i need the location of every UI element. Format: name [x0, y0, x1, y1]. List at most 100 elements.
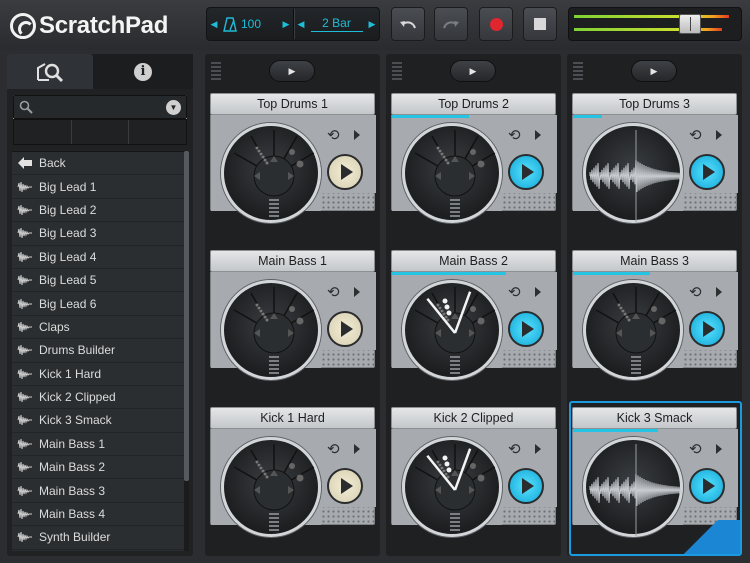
pad-dial[interactable]: [402, 123, 502, 223]
list-item[interactable]: Synth Builder: [12, 526, 184, 550]
back-button[interactable]: Back: [12, 152, 184, 176]
pad-dial[interactable]: [583, 280, 683, 380]
clip-pad[interactable]: Top Drums 2 ⟲: [391, 93, 557, 238]
list-item[interactable]: Big Lead 1: [12, 175, 184, 199]
pad-dial[interactable]: [402, 280, 502, 380]
clip-pad[interactable]: Main Bass 2 ⟲: [391, 250, 557, 395]
column-level-meter: [211, 62, 221, 82]
filter-column-1[interactable]: [14, 120, 72, 144]
loop-icon[interactable]: ⟲: [508, 285, 528, 300]
loop-menu-arrow-icon[interactable]: [535, 287, 541, 297]
list-item[interactable]: Claps: [12, 316, 184, 340]
clip-pad[interactable]: Kick 2 Clipped ⟲: [391, 407, 557, 552]
list-item-label: Main Bass 3: [39, 483, 106, 498]
tempo-decrease-icon[interactable]: ◀: [207, 19, 221, 30]
pad-dial[interactable]: [221, 437, 321, 537]
list-item[interactable]: Big Lead 4: [12, 246, 184, 269]
list-item[interactable]: Drums Builder: [12, 339, 184, 363]
pad-play-button[interactable]: [689, 311, 725, 347]
waveform-icon: [17, 415, 32, 426]
loop-icon[interactable]: ⟲: [327, 285, 347, 300]
bars-decrease-icon[interactable]: ◀: [294, 19, 308, 30]
loop-menu-arrow-icon[interactable]: [535, 444, 541, 454]
list-item[interactable]: Big Lead 6: [12, 292, 184, 316]
dropdown-icon[interactable]: ▼: [166, 100, 181, 115]
step-sequencer-dial: [414, 130, 496, 217]
master-volume[interactable]: [568, 7, 742, 41]
loop-menu-arrow-icon[interactable]: [716, 130, 722, 140]
column-play-button[interactable]: ▶: [269, 60, 315, 82]
column-play-button[interactable]: ▶: [450, 60, 496, 82]
waveform-icon: [17, 532, 32, 543]
pad-title: Kick 2 Clipped: [391, 407, 556, 429]
loop-menu-arrow-icon[interactable]: [716, 287, 722, 297]
pad-dial[interactable]: [221, 280, 321, 380]
pad-play-button[interactable]: [508, 154, 544, 190]
loop-menu-arrow-icon[interactable]: [354, 287, 360, 297]
filter-column-2[interactable]: [72, 120, 130, 144]
list-item[interactable]: Main Bass 1: [12, 433, 184, 457]
undo-icon: [400, 21, 416, 29]
browser-scrollbar[interactable]: [184, 151, 189, 551]
pad-play-button[interactable]: [508, 468, 544, 504]
search-icon: [19, 100, 33, 114]
loop-icon[interactable]: ⟲: [327, 128, 347, 143]
loop-menu-arrow-icon[interactable]: [354, 130, 360, 140]
list-item[interactable]: Main Bass 4: [12, 503, 184, 527]
list-item[interactable]: Main Bass 2: [12, 456, 184, 480]
pad-play-button[interactable]: [508, 311, 544, 347]
step-sequencer-dial: [233, 287, 315, 374]
pad-play-button[interactable]: [327, 154, 363, 190]
pad-play-button[interactable]: [327, 468, 363, 504]
redo-button[interactable]: [434, 7, 468, 41]
play-icon: [341, 321, 353, 337]
clip-pad[interactable]: Main Bass 1 ⟲: [210, 250, 376, 395]
loop-icon[interactable]: ⟲: [508, 128, 528, 143]
record-button[interactable]: [479, 7, 513, 41]
bars-increase-icon[interactable]: ▶: [365, 19, 379, 30]
list-item[interactable]: Big Lead 5: [12, 269, 184, 293]
step-sequencer-dial: [233, 444, 315, 531]
waveform-icon: [17, 345, 32, 356]
undo-button[interactable]: [391, 7, 425, 41]
waveform-icon: [17, 275, 32, 286]
loop-menu-arrow-icon[interactable]: [535, 130, 541, 140]
loop-icon[interactable]: ⟲: [689, 128, 709, 143]
stop-button[interactable]: [523, 7, 557, 41]
loop-icon[interactable]: ⟲: [508, 442, 528, 457]
pad-play-button[interactable]: [689, 154, 725, 190]
list-item[interactable]: Big Lead 3: [12, 222, 184, 246]
loop-icon[interactable]: ⟲: [689, 285, 709, 300]
bar-length-control[interactable]: ◀ 2 Bar ▶: [294, 16, 379, 32]
pad-dial[interactable]: [402, 437, 502, 537]
tempo-control[interactable]: ◀ 100 ▶: [207, 16, 293, 32]
list-item[interactable]: Main Bass 3: [12, 479, 184, 503]
list-item-label: Synth Builder: [39, 530, 111, 545]
clip-pad[interactable]: Top Drums 3 ⟲: [572, 93, 738, 238]
pad-dial[interactable]: [583, 123, 683, 223]
waveform-icon: [17, 462, 32, 473]
pad-title: Top Drums 2: [391, 93, 556, 115]
tab-info[interactable]: i: [93, 54, 193, 89]
list-item[interactable]: Kick 2 Clipped: [12, 386, 184, 410]
loop-menu-arrow-icon[interactable]: [354, 444, 360, 454]
waveform-icon: [17, 392, 32, 403]
tab-browser[interactable]: [7, 54, 93, 89]
column-play-button[interactable]: ▶: [631, 60, 677, 82]
master-volume-slider[interactable]: [679, 14, 701, 34]
clip-pad[interactable]: Main Bass 3 ⟲: [572, 250, 738, 395]
list-item[interactable]: Kick 3 Smack: [12, 409, 184, 433]
pad-play-button[interactable]: [327, 311, 363, 347]
scroll-thumb[interactable]: [184, 151, 189, 481]
clip-pad[interactable]: Top Drums 1 ⟲: [210, 93, 376, 238]
tempo-increase-icon[interactable]: ▶: [279, 19, 293, 30]
play-icon: [703, 321, 715, 337]
pad-dial[interactable]: [221, 123, 321, 223]
clip-pad[interactable]: Kick 1 Hard ⟲: [210, 407, 376, 552]
loop-icon[interactable]: ⟲: [327, 442, 347, 457]
list-item[interactable]: Big Lead 2: [12, 199, 184, 223]
search-input[interactable]: [36, 99, 162, 116]
pad-progress-bar: [392, 115, 469, 118]
list-item[interactable]: Kick 1 Hard: [12, 363, 184, 386]
filter-column-3[interactable]: [129, 120, 186, 144]
